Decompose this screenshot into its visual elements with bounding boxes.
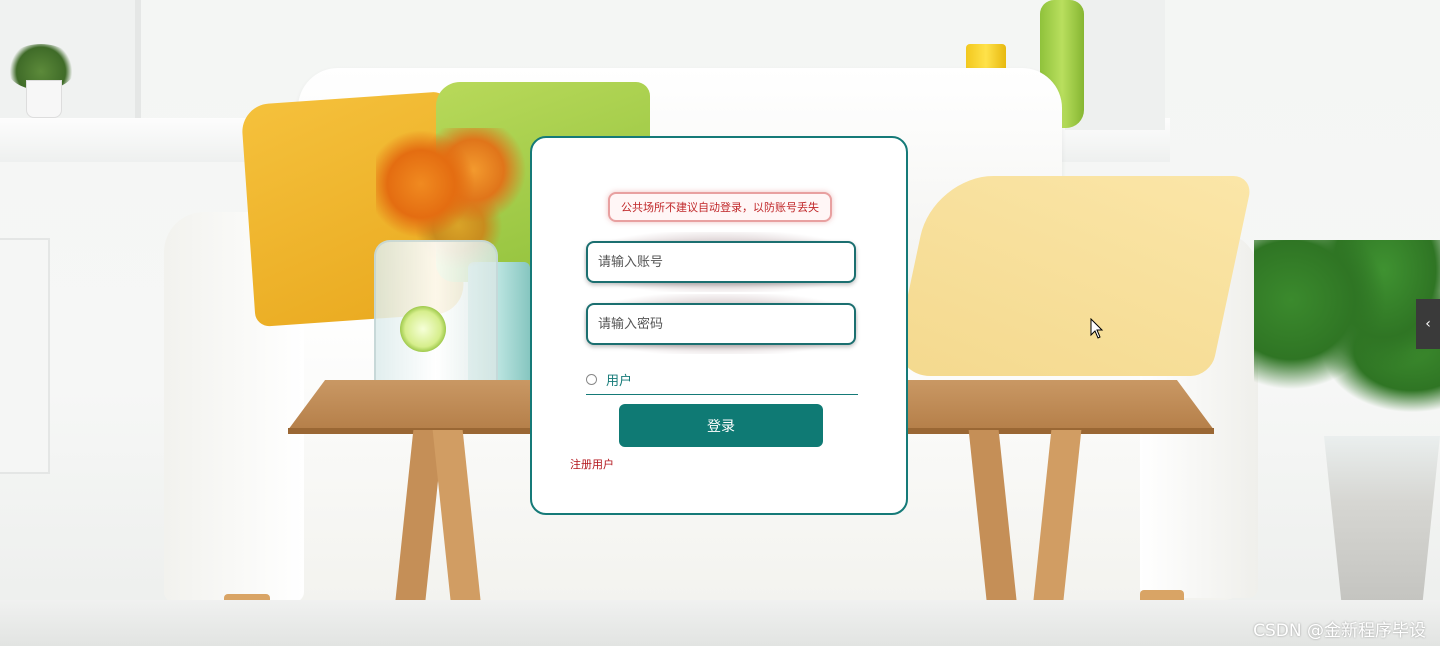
username-input[interactable]	[586, 241, 856, 283]
watermark: CSDN @金新程序毕设	[1253, 621, 1426, 641]
login-card: 公共场所不建议自动登录，以防账号丢失 用户 登录 注册用户	[530, 136, 908, 515]
password-input[interactable]	[586, 303, 856, 345]
login-page: 公共场所不建议自动登录，以防账号丢失 用户 登录 注册用户 ‹ CSDN @金新…	[0, 0, 1440, 646]
role-label-user[interactable]: 用户	[606, 370, 632, 389]
password-field-wrapper	[584, 294, 858, 354]
chevron-left-icon: ‹	[1425, 316, 1431, 332]
register-link[interactable]: 注册用户	[570, 456, 614, 472]
mouse-pointer-icon	[1090, 318, 1104, 339]
door-panel	[0, 238, 50, 474]
role-radio-user[interactable]	[586, 373, 597, 385]
side-panel-toggle[interactable]: ‹	[1416, 299, 1440, 349]
lime-slice	[400, 306, 446, 352]
yellow-blanket	[890, 176, 1254, 376]
large-plant	[1254, 240, 1440, 440]
glass-plant-pot	[1324, 436, 1440, 602]
username-field-wrapper	[584, 232, 858, 292]
plant-pot	[26, 80, 62, 118]
floor	[0, 600, 1440, 646]
role-selector: 用户	[586, 364, 858, 395]
login-button[interactable]: 登录	[619, 404, 823, 447]
security-notice: 公共场所不建议自动登录，以防账号丢失	[608, 192, 832, 222]
